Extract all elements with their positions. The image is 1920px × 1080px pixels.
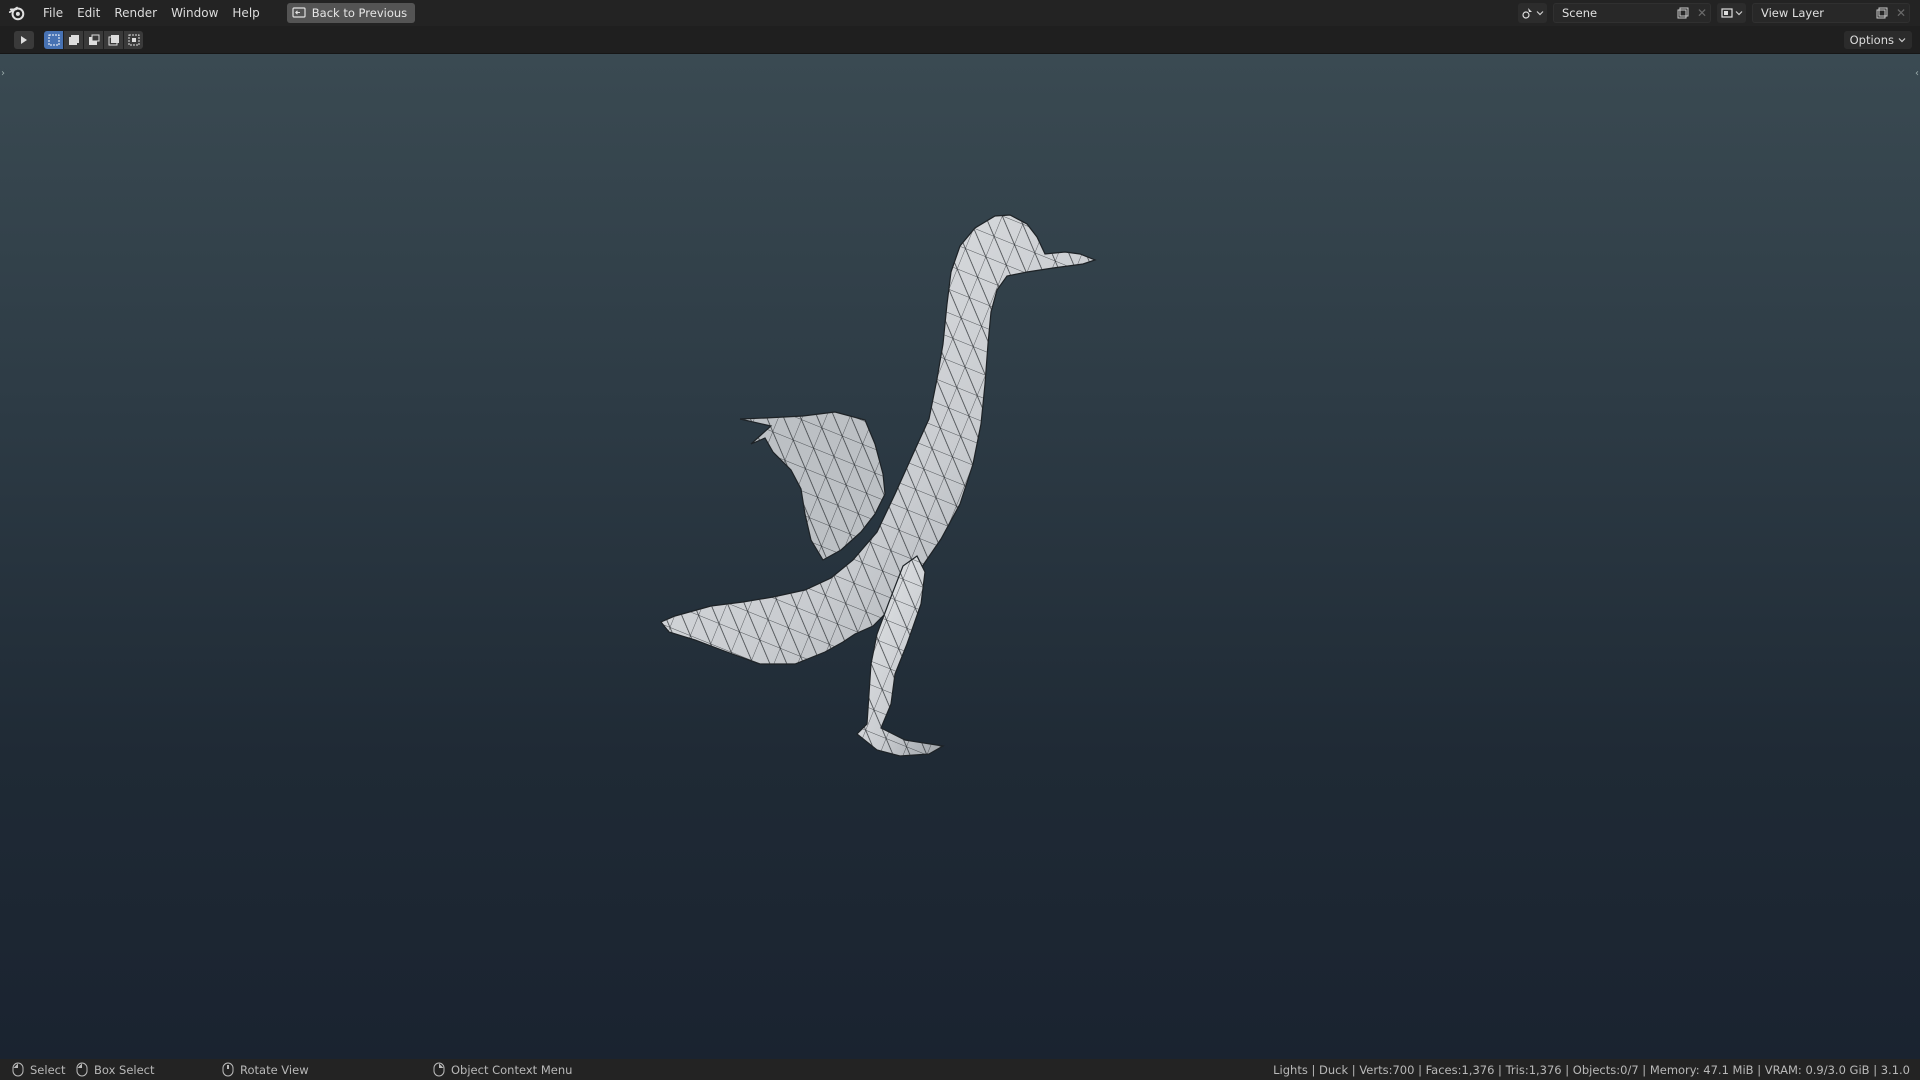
view-layer-name: View Layer	[1761, 6, 1825, 20]
menu-window[interactable]: Window	[164, 0, 225, 26]
select-intersect-icon	[128, 34, 139, 46]
chevron-down-icon	[1898, 38, 1906, 43]
hint-rotate-view: Rotate View	[222, 1062, 309, 1077]
select-intersect-button[interactable]	[124, 31, 143, 49]
3d-viewport[interactable]: › ‹	[0, 54, 1920, 1059]
new-view-layer-button[interactable]	[1871, 4, 1893, 22]
chevron-down-icon	[1735, 11, 1743, 16]
back-to-previous-button[interactable]: Back to Previous	[286, 3, 416, 23]
toolbar-expand-icon[interactable]: ›	[1, 68, 5, 79]
duplicate-icon	[1876, 7, 1888, 19]
screen-back-icon	[292, 7, 306, 18]
select-invert-icon	[108, 35, 119, 46]
chevron-down-icon	[1536, 11, 1544, 16]
select-subtract-icon	[88, 34, 99, 45]
status-bar: Select Box Select Rotate View Object Con…	[0, 1059, 1920, 1080]
viewport-header: Options	[0, 26, 1920, 54]
mode-toggle-button[interactable]	[14, 31, 34, 49]
view-layer-field[interactable]: View Layer ✕	[1752, 3, 1910, 23]
select-invert-button[interactable]	[104, 31, 123, 49]
menu-help[interactable]: Help	[225, 0, 266, 26]
blender-logo-icon[interactable]	[8, 4, 26, 22]
view-layer-browse-button[interactable]	[1717, 3, 1746, 23]
select-new-icon	[48, 34, 59, 46]
select-extend-button[interactable]	[64, 31, 83, 49]
scene-browse-button[interactable]	[1518, 3, 1547, 23]
hint-select-label: Select	[30, 1062, 66, 1077]
hint-box-select: Box Select	[76, 1062, 155, 1077]
duck-body-wireframe	[661, 215, 1095, 664]
mouse-drag-icon	[76, 1062, 88, 1077]
scene-field[interactable]: Scene ✕	[1553, 3, 1711, 23]
sidebar-expand-icon[interactable]: ‹	[1915, 68, 1919, 79]
mouse-right-icon	[433, 1062, 445, 1077]
hint-rotate-view-label: Rotate View	[240, 1062, 309, 1077]
mouse-middle-icon	[222, 1062, 234, 1077]
select-mode-group	[44, 31, 143, 49]
back-to-previous-label: Back to Previous	[311, 6, 408, 20]
workspace-selectors: Scene ✕ View Layer ✕	[1518, 3, 1910, 23]
hint-context-menu: Object Context Menu	[433, 1062, 572, 1077]
scene-statistics: Lights | Duck | Verts:700 | Faces:1,376 …	[1273, 1063, 1910, 1077]
duck-mesh[interactable]	[655, 194, 1175, 914]
close-icon[interactable]: ✕	[1893, 6, 1909, 20]
select-subtract-button[interactable]	[84, 31, 103, 49]
hint-context-menu-label: Object Context Menu	[451, 1062, 573, 1077]
scene-name: Scene	[1562, 6, 1598, 20]
duplicate-icon	[1677, 7, 1689, 19]
new-scene-button[interactable]	[1672, 4, 1694, 22]
play-cursor-icon	[21, 36, 27, 44]
view-layer-icon	[1721, 8, 1733, 18]
options-label: Options	[1849, 33, 1894, 47]
menu-render[interactable]: Render	[107, 0, 164, 26]
select-extend-icon	[68, 35, 79, 45]
options-dropdown[interactable]: Options	[1843, 31, 1912, 49]
hint-select: Select	[12, 1062, 65, 1077]
menu-file[interactable]: File	[36, 0, 70, 26]
top-bar: File Edit Render Window Help Back to Pre…	[0, 0, 1920, 26]
select-new-button[interactable]	[44, 31, 63, 49]
scene-icon	[1522, 8, 1532, 19]
mouse-left-icon	[12, 1062, 24, 1077]
hint-box-select-label: Box Select	[94, 1062, 155, 1077]
close-icon[interactable]: ✕	[1694, 6, 1710, 20]
menu-edit[interactable]: Edit	[70, 0, 107, 26]
